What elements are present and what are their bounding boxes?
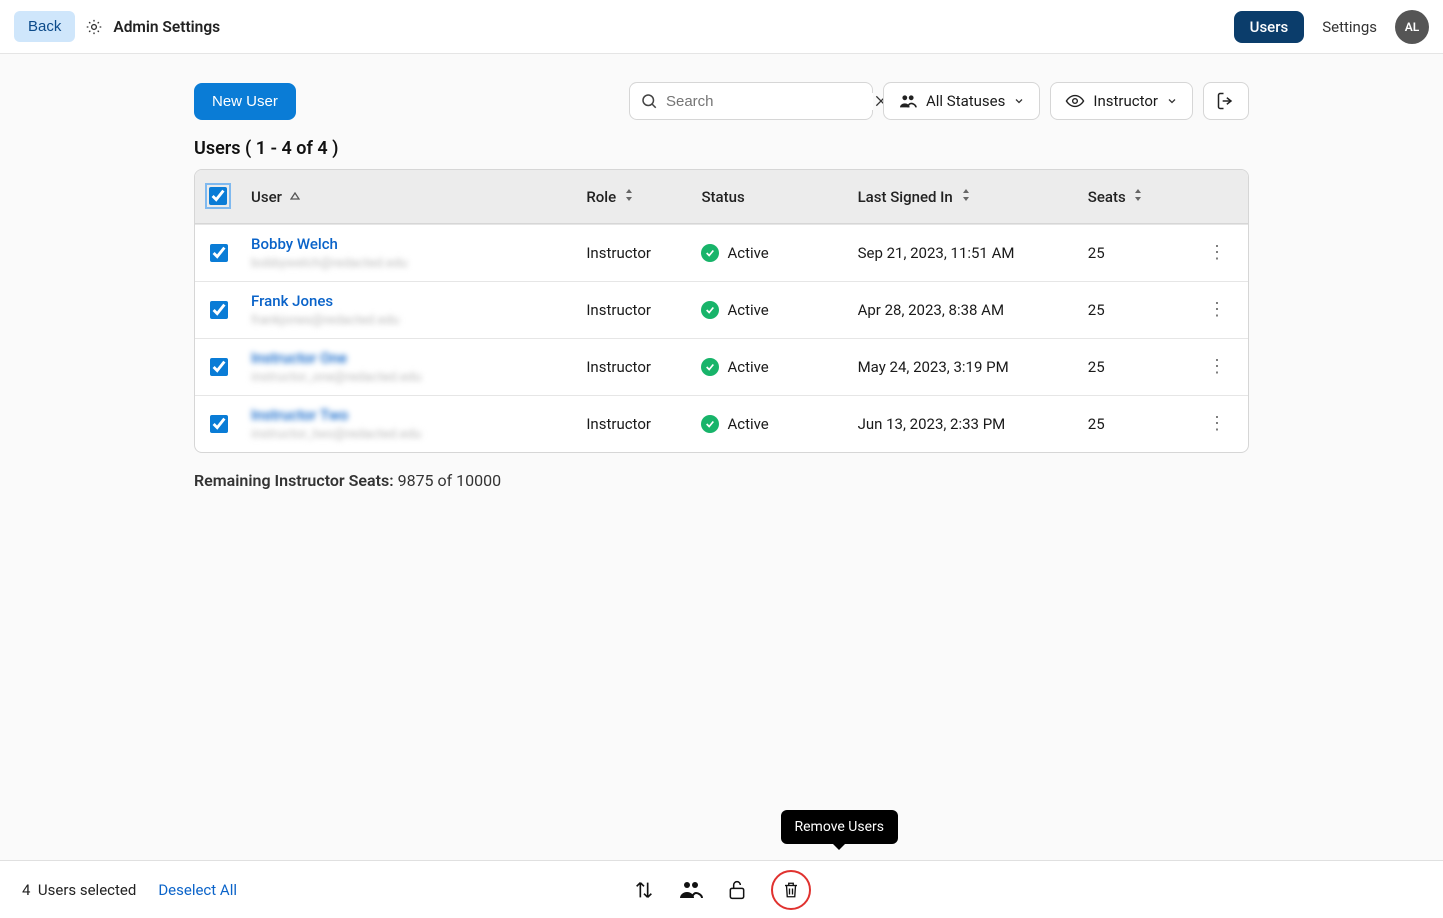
user-email: instructor_two@redacted.edu — [251, 427, 421, 442]
search-icon — [640, 92, 658, 110]
table-row: Frank Jones frankjones@redacted.edu Instru… — [195, 281, 1248, 338]
remaining-seats-label: Remaining Instructor Seats: — [194, 471, 394, 490]
selection-count: 4 Users selected — [22, 881, 136, 899]
seats-value: 25 — [1078, 395, 1186, 452]
status-label: Active — [727, 415, 768, 433]
assign-group-icon[interactable] — [679, 880, 703, 900]
user-role: Instructor — [576, 281, 691, 338]
export-button[interactable] — [1203, 82, 1249, 120]
seats-value: 25 — [1078, 224, 1186, 281]
last-signed-in: May 24, 2023, 3:19 PM — [848, 338, 1078, 395]
status-label: Active — [727, 244, 768, 262]
select-all-checkbox[interactable] — [209, 187, 227, 205]
user-role: Instructor — [576, 224, 691, 281]
column-seats[interactable]: Seats — [1088, 188, 1126, 206]
row-checkbox[interactable] — [210, 358, 228, 376]
chevron-down-icon — [1013, 95, 1025, 107]
tab-users[interactable]: Users — [1234, 11, 1305, 43]
top-bar: Back Admin Settings Users Settings AL — [0, 0, 1443, 54]
last-signed-in: Apr 28, 2023, 8:38 AM — [848, 281, 1078, 338]
search-input[interactable] — [658, 93, 873, 110]
user-name-link[interactable]: Bobby Welch — [251, 235, 338, 253]
tab-settings[interactable]: Settings — [1322, 18, 1377, 36]
row-checkbox[interactable] — [210, 301, 228, 319]
selection-bar: 4 Users selected Deselect All Remove Use… — [0, 860, 1443, 918]
eye-icon — [1065, 94, 1085, 108]
seats-value: 25 — [1078, 281, 1186, 338]
user-email: instructor_one@redacted.edu — [251, 370, 421, 385]
column-role[interactable]: Role — [586, 188, 616, 206]
unlock-icon[interactable] — [727, 879, 747, 901]
remaining-seats: Remaining Instructor Seats: 9875 of 1000… — [194, 471, 1249, 490]
status-label: Active — [727, 358, 768, 376]
gear-icon — [85, 18, 103, 36]
people-icon — [898, 93, 918, 109]
row-checkbox[interactable] — [210, 244, 228, 262]
status-active-icon — [701, 301, 719, 319]
role-filter[interactable]: Instructor — [1050, 82, 1193, 120]
last-signed-in: Jun 13, 2023, 2:33 PM — [848, 395, 1078, 452]
remaining-seats-value: 9875 of 10000 — [398, 471, 502, 490]
user-name-link[interactable]: Instructor Two — [251, 406, 348, 424]
seats-value: 25 — [1078, 338, 1186, 395]
status-filter-label: All Statuses — [926, 92, 1005, 110]
user-role: Instructor — [576, 338, 691, 395]
table-row: Instructor One instructor_one@redacted.ed… — [195, 338, 1248, 395]
row-kebab-menu[interactable]: ⋮ — [1208, 299, 1226, 320]
avatar[interactable]: AL — [1395, 10, 1429, 44]
export-icon — [1216, 91, 1236, 111]
trash-icon — [782, 880, 800, 900]
chevron-down-icon — [1166, 95, 1178, 107]
table-row: Instructor Two instructor_two@redacted.ed… — [195, 395, 1248, 452]
user-role: Instructor — [576, 395, 691, 452]
sort-icon — [624, 188, 634, 206]
role-filter-label: Instructor — [1093, 92, 1158, 110]
back-button[interactable]: Back — [14, 11, 75, 42]
column-last-signed-in[interactable]: Last Signed In — [858, 188, 953, 206]
new-user-button[interactable]: New User — [194, 83, 296, 120]
deselect-all-link[interactable]: Deselect All — [158, 881, 237, 899]
row-checkbox[interactable] — [210, 415, 228, 433]
status-active-icon — [701, 358, 719, 376]
table-row: Bobby Welch bobbywelch@redacted.edu Instru… — [195, 224, 1248, 281]
column-user[interactable]: User — [251, 188, 282, 206]
row-kebab-menu[interactable]: ⋮ — [1208, 242, 1226, 263]
sort-asc-icon — [290, 188, 300, 206]
remove-users-button[interactable] — [771, 870, 811, 910]
page-title: Admin Settings — [113, 18, 220, 36]
status-label: Active — [727, 301, 768, 319]
search-input-wrap — [629, 82, 873, 120]
users-table: User Role Status Last Signed In — [194, 169, 1249, 453]
user-name-link[interactable]: Frank Jones — [251, 292, 333, 310]
list-title: Users ( 1 - 4 of 4 ) — [194, 138, 1249, 159]
sort-icon — [961, 188, 971, 206]
row-kebab-menu[interactable]: ⋮ — [1208, 356, 1226, 377]
row-kebab-menu[interactable]: ⋮ — [1208, 413, 1226, 434]
user-name-link[interactable]: Instructor One — [251, 349, 347, 367]
column-status: Status — [701, 188, 744, 206]
last-signed-in: Sep 21, 2023, 11:51 AM — [848, 224, 1078, 281]
status-active-icon — [701, 415, 719, 433]
user-email: frankjones@redacted.edu — [251, 313, 399, 328]
status-active-icon — [701, 244, 719, 262]
status-filter[interactable]: All Statuses — [883, 82, 1040, 120]
swap-icon[interactable] — [633, 879, 655, 901]
user-email: bobbywelch@redacted.edu — [251, 256, 408, 271]
sort-icon — [1133, 188, 1143, 206]
